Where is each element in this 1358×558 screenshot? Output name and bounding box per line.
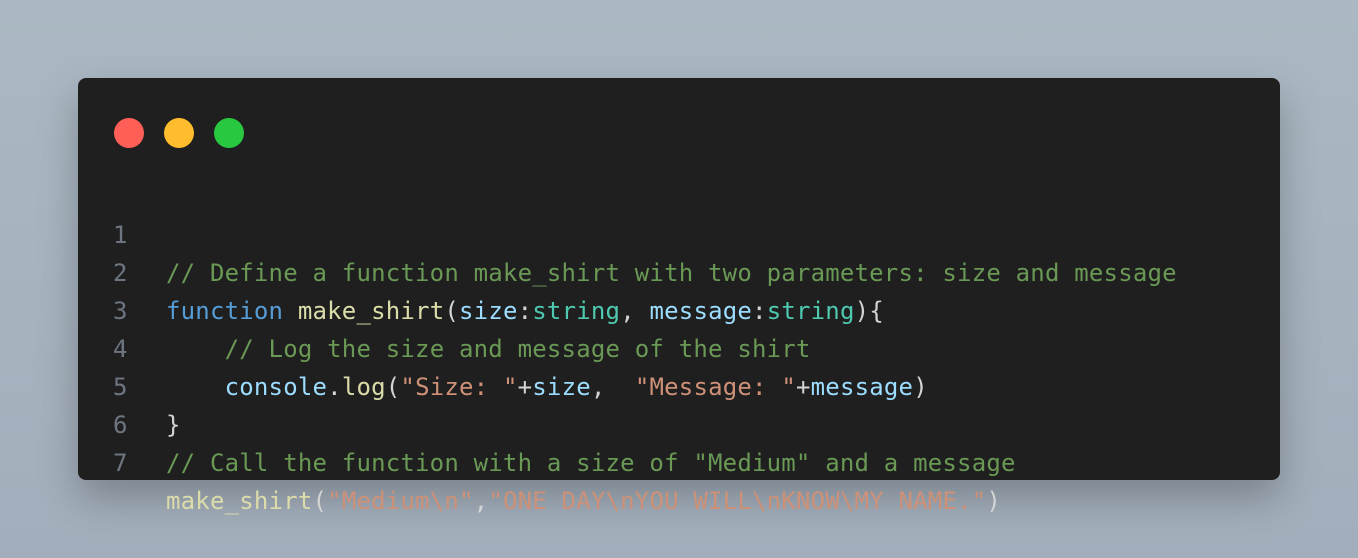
code-block[interactable]: 1 // Define a function make_shirt with t… (78, 178, 1280, 515)
minimize-dot-icon[interactable] (164, 118, 194, 148)
code-window: 1 // Define a function make_shirt with t… (78, 78, 1280, 515)
line-number: 7 (113, 449, 128, 477)
code-token-punct: , (473, 487, 489, 515)
code-token-punct: ) (986, 487, 1002, 515)
code-token-comment: // Call the function with a size of "Med… (166, 449, 1016, 477)
code-line: 2 function make_shirt(size:string, messa… (78, 216, 1280, 325)
code-token-punct: ( (312, 487, 328, 515)
window-controls (114, 118, 244, 148)
code-token-string: "ONE DAY\nYOU WILL\nKNOW\MY NAME." (488, 487, 987, 515)
code-token-function: make_shirt (166, 487, 313, 515)
code-line: 5 } (78, 330, 1280, 439)
maximize-dot-icon[interactable] (214, 118, 244, 148)
line-content: // Call the function with a size of "Med… (166, 444, 1016, 482)
line-content: make_shirt("Medium\n","ONE DAY\nYOU WILL… (166, 482, 1001, 520)
close-dot-icon[interactable] (114, 118, 144, 148)
code-line: 6 // Call the function with a size of "M… (78, 368, 1280, 477)
code-token-string: "Medium\n" (327, 487, 474, 515)
code-line: 3 // Log the size and message of the shi… (78, 254, 1280, 363)
code-line: 1 // Define a function make_shirt with t… (78, 178, 1280, 287)
code-line: 4 console.log("Size: "+size, "Message: "… (78, 292, 1280, 401)
code-line: 7 make_shirt("Medium\n","ONE DAY\nYOU WI… (78, 406, 1280, 515)
